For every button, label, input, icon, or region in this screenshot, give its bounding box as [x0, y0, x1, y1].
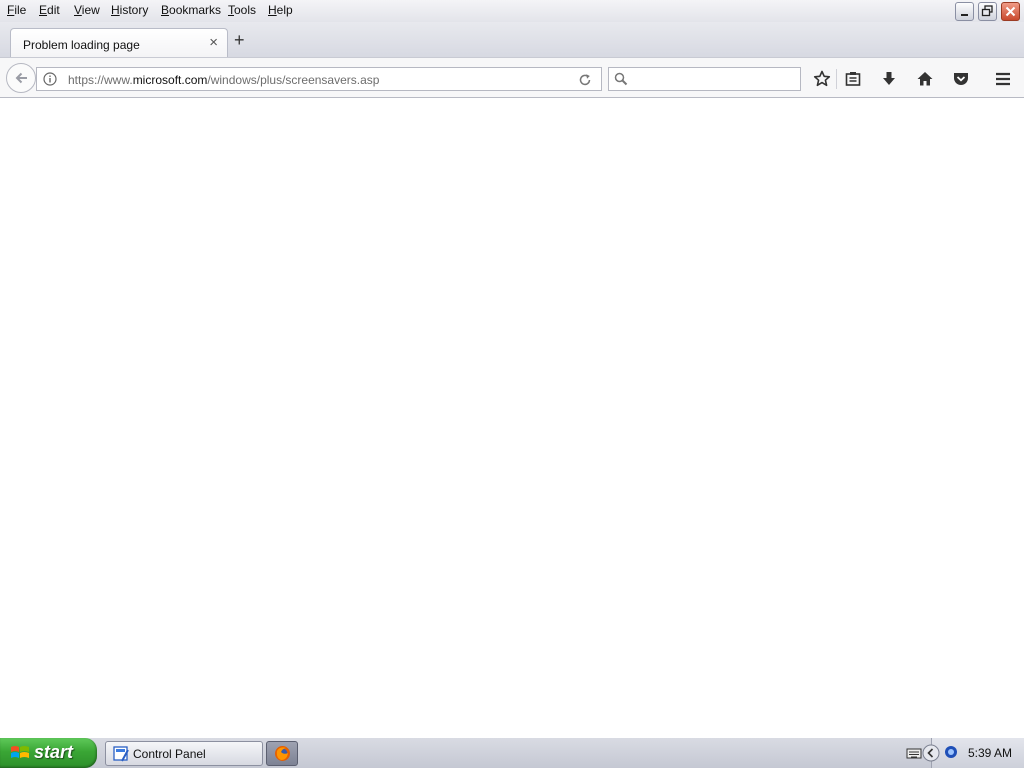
menu-bar: File Edit View History Bookmarks Tools H…	[0, 0, 1024, 22]
minimize-button[interactable]	[955, 2, 974, 21]
menu-view[interactable]: View	[74, 3, 100, 17]
site-info-icon[interactable]	[43, 72, 57, 86]
menu-tools[interactable]: Tools	[228, 3, 256, 17]
back-arrow-icon	[15, 72, 27, 84]
tab-problem-loading-page[interactable]: Problem loading page ×	[10, 28, 228, 57]
restore-button[interactable]	[978, 2, 997, 21]
control-panel-icon	[113, 746, 129, 762]
menu-edit[interactable]: Edit	[39, 3, 60, 17]
taskbar-firefox[interactable]	[266, 741, 298, 766]
taskbar-clock[interactable]: 5:39 AM	[968, 746, 1012, 760]
page-content[interactable]	[0, 98, 1024, 738]
start-label: start	[34, 742, 74, 762]
minimize-icon	[961, 14, 968, 16]
firefox-icon	[275, 746, 290, 761]
bookmarks-menu-icon[interactable]	[843, 69, 863, 89]
pocket-icon[interactable]	[951, 69, 971, 89]
bookmark-star-icon[interactable]	[812, 69, 832, 89]
network-status-icon[interactable]	[944, 745, 958, 759]
hamburger-menu-icon[interactable]	[993, 69, 1013, 89]
close-icon	[1005, 6, 1016, 17]
url-host: microsoft.com	[132, 73, 208, 87]
downloads-icon[interactable]	[879, 69, 899, 89]
keyboard-icon[interactable]	[906, 746, 922, 760]
search-input[interactable]	[633, 70, 797, 90]
tab-close-icon[interactable]: ×	[209, 35, 218, 50]
navigation-toolbar: https://www.microsoft.com/windows/plus/s…	[0, 57, 1024, 98]
menu-file[interactable]: File	[7, 3, 26, 17]
close-window-button[interactable]	[1001, 2, 1020, 21]
menu-history[interactable]: History	[111, 3, 148, 17]
menu-help[interactable]: Help	[268, 3, 293, 17]
menu-bookmarks[interactable]: Bookmarks	[161, 3, 221, 17]
reload-icon[interactable]	[578, 73, 592, 87]
home-icon[interactable]	[915, 69, 935, 89]
toolbar-separator	[836, 69, 837, 89]
search-bar[interactable]	[608, 67, 801, 91]
restore-icon	[981, 5, 993, 17]
url-prefix: https://www.	[68, 73, 133, 87]
url-text[interactable]: https://www.microsoft.com/windows/plus/s…	[68, 73, 379, 87]
tab-strip: Problem loading page × +	[0, 22, 1024, 57]
show-hidden-icons-icon[interactable]	[922, 744, 940, 762]
new-tab-button[interactable]: +	[234, 31, 245, 49]
start-button[interactable]: start	[0, 738, 97, 768]
search-icon	[614, 72, 628, 86]
back-button[interactable]	[6, 63, 36, 93]
windows-flag-icon	[11, 746, 29, 758]
taskbar-control-panel[interactable]: Control Panel	[105, 741, 263, 766]
url-path: /windows/plus/screensavers.asp	[207, 73, 380, 87]
task-label: Control Panel	[133, 747, 206, 761]
tab-title: Problem loading page	[23, 38, 140, 52]
url-bar[interactable]: https://www.microsoft.com/windows/plus/s…	[36, 67, 602, 91]
